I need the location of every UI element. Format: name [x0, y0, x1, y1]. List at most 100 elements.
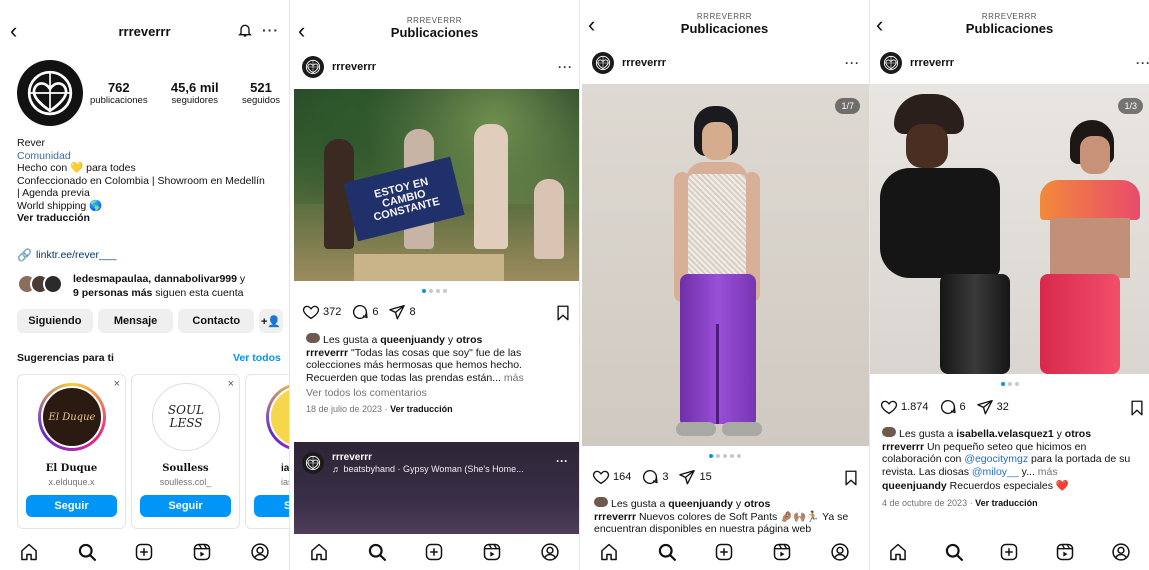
profile-link[interactable]: 🔗 linktr.ee/rever___: [17, 248, 117, 262]
more-icon[interactable]: ···: [845, 56, 860, 70]
see-translation-link[interactable]: Ver traducción: [975, 498, 1038, 508]
feed-header: RRREVERRR Publicaciones: [580, 12, 869, 36]
see-all-link[interactable]: Ver todos: [233, 352, 281, 364]
caption: rrreverrr "Todas las cosas que soy" fue …: [306, 346, 524, 384]
post-header[interactable]: rrreverrr: [302, 56, 376, 78]
create-icon[interactable]: [133, 541, 155, 563]
comment-button[interactable]: 6: [939, 398, 966, 416]
bookmark-icon[interactable]: [554, 304, 572, 325]
feed-panel-3: ‹ RRREVERRR Publicaciones rrreverrr ··· …: [870, 0, 1149, 570]
post-header[interactable]: rrreverrr: [592, 52, 666, 74]
bookmark-icon[interactable]: [1128, 399, 1146, 420]
follow-button[interactable]: Se: [254, 495, 289, 517]
post-date-line: 18 de julio de 2023 · Ver traducción: [306, 403, 453, 414]
comment-button[interactable]: 6: [351, 303, 378, 321]
bio-line: | Agenda previa: [17, 187, 90, 199]
reels-icon[interactable]: [771, 541, 793, 563]
audio-label[interactable]: ♬ beatsbyhand · Gypsy Woman (She's Home.…: [332, 464, 524, 474]
like-button[interactable]: 372: [302, 303, 341, 321]
avatar: El Duque: [38, 383, 106, 451]
like-button[interactable]: 164: [592, 468, 631, 486]
search-icon[interactable]: [366, 541, 388, 563]
more-icon[interactable]: ···: [558, 60, 573, 74]
stat-following[interactable]: 521 seguidos: [242, 80, 280, 106]
suggestion-card[interactable]: × SOUL LESS Soulless soulless.col_ Segui…: [131, 374, 240, 529]
liked-by[interactable]: Les gusta a queenjuandy y otros: [594, 497, 866, 511]
reels-icon[interactable]: [1054, 541, 1076, 563]
reels-icon[interactable]: [191, 541, 213, 563]
liked-by[interactable]: Les gusta a queenjuandy y otros: [306, 333, 576, 347]
comment-button[interactable]: 3: [641, 468, 668, 486]
post-username: rrreverrr: [622, 57, 667, 69]
see-translation-link[interactable]: Ver traducción: [390, 404, 453, 414]
profile-actions: Siguiendo Mensaje Contacto +👤: [17, 309, 284, 333]
bottom-nav: [870, 534, 1149, 570]
post-text: Les gusta a queenjuandy y otros rrreverr…: [306, 333, 576, 415]
post-image[interactable]: 1/7: [582, 84, 869, 446]
search-icon[interactable]: [943, 541, 965, 563]
profile-icon[interactable]: [829, 541, 851, 563]
like-button[interactable]: 1.874: [880, 398, 929, 416]
suggestion-card[interactable]: ias ias Se: [245, 374, 290, 529]
contact-button[interactable]: Contacto: [178, 309, 255, 333]
message-button[interactable]: Mensaje: [97, 309, 174, 333]
bell-icon[interactable]: [237, 22, 253, 41]
profile-icon[interactable]: [539, 541, 561, 563]
post-image[interactable]: 1/3: [870, 84, 1149, 374]
post-preview[interactable]: rrreverrr ♬ beatsbyhand · Gypsy Woman (S…: [294, 442, 579, 542]
post-header[interactable]: rrreverrr: [880, 52, 954, 74]
more-icon[interactable]: ···: [556, 454, 568, 468]
follow-button[interactable]: Seguir: [140, 495, 231, 517]
carousel-counter: 1/3: [1118, 98, 1143, 114]
bookmark-icon[interactable]: [842, 469, 860, 490]
post-username: rrreverrr: [910, 57, 955, 69]
more-icon[interactable]: ···: [262, 22, 279, 38]
profile-panel: ‹ rrreverrr ··· 762 publicaciones 45,6 m…: [0, 0, 290, 570]
share-button[interactable]: 15: [678, 468, 712, 486]
stat-followers[interactable]: 45,6 mil seguidores: [171, 80, 219, 106]
followed-by-text[interactable]: ledesmapaulaa, dannabolivar999 y 9 perso…: [73, 272, 283, 300]
follow-button[interactable]: Seguir: [26, 495, 117, 517]
add-person-icon[interactable]: +👤: [259, 309, 284, 333]
bio-line: Confeccionado en Colombia | Showroom en …: [17, 174, 265, 187]
share-button[interactable]: 8: [388, 303, 416, 321]
stat-posts[interactable]: 762 publicaciones: [90, 80, 148, 106]
home-icon[interactable]: [598, 541, 620, 563]
home-icon[interactable]: [887, 541, 909, 563]
create-icon[interactable]: [713, 541, 735, 563]
post-username: rrreverrr: [332, 61, 377, 73]
close-icon[interactable]: ×: [114, 378, 120, 390]
view-comments-link[interactable]: Ver todos los comentarios: [306, 387, 576, 400]
profile-icon[interactable]: [249, 541, 271, 563]
suggestion-card[interactable]: × El Duque El Duque x.elduque.x Seguir: [17, 374, 126, 529]
music-icon: ♬: [332, 464, 344, 474]
reels-icon[interactable]: [481, 541, 503, 563]
share-button[interactable]: 32: [976, 398, 1009, 416]
share-icon: [976, 398, 994, 416]
profile-category: Comunidad: [17, 149, 71, 162]
home-icon[interactable]: [18, 541, 40, 563]
followers-avatars: [17, 272, 73, 296]
caption: rrreverrr Un pequeño seteo que hicimos e…: [882, 440, 1131, 478]
liked-by[interactable]: Les gusta a isabella.velasquez1 y otros: [882, 427, 1144, 441]
suggestion-handle: soulless.col_: [159, 477, 212, 487]
profile-icon[interactable]: [1110, 541, 1132, 563]
post-username: rrreverrr: [332, 452, 373, 463]
create-icon[interactable]: [998, 541, 1020, 563]
feed-account-name: RRREVERRR: [696, 12, 753, 21]
suggestion-name: ias: [281, 463, 290, 474]
following-button[interactable]: Siguiendo: [17, 309, 93, 333]
profile-avatar[interactable]: [17, 60, 83, 126]
more-icon[interactable]: ···: [1136, 56, 1149, 70]
see-translation-link[interactable]: Ver traducción: [17, 212, 287, 225]
create-icon[interactable]: [423, 541, 445, 563]
close-icon[interactable]: ×: [228, 378, 234, 390]
share-icon: [388, 303, 406, 321]
post-image[interactable]: ESTOY EN CAMBIO CONSTANTE: [294, 89, 579, 281]
avatar: SOUL LESS: [152, 383, 220, 451]
home-icon[interactable]: [308, 541, 330, 563]
search-icon[interactable]: [656, 541, 678, 563]
search-icon[interactable]: [76, 541, 98, 563]
comment-icon: [939, 398, 957, 416]
suggestion-handle: ias: [281, 477, 289, 487]
